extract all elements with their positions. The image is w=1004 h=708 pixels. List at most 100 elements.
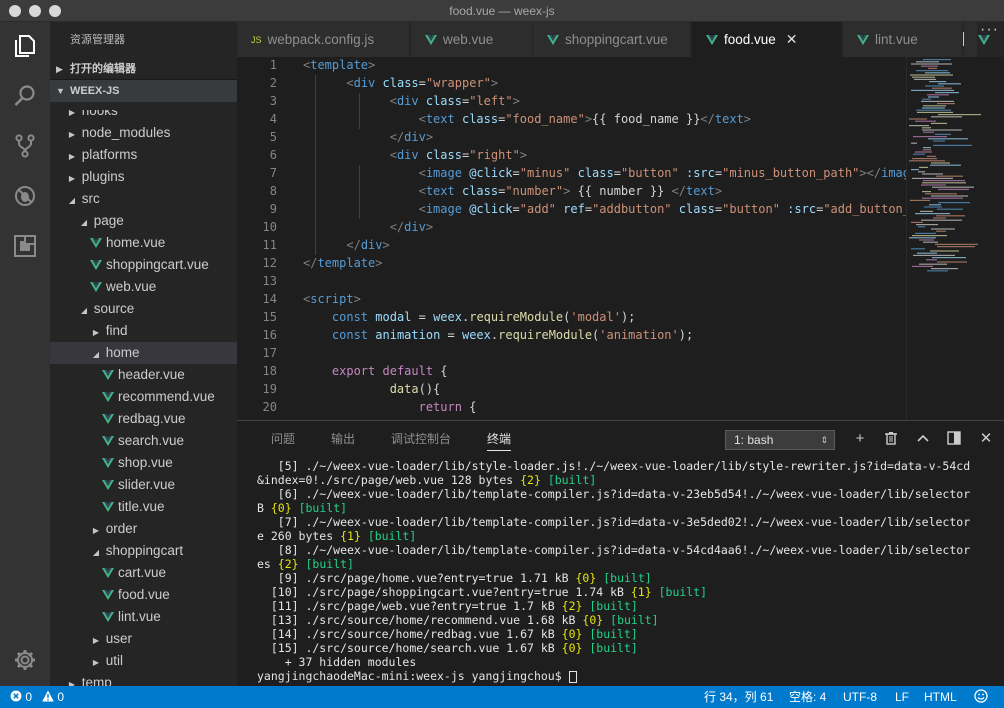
folder-item[interactable]: ▶ temp bbox=[50, 672, 237, 686]
code-token: data bbox=[389, 382, 419, 396]
file-item[interactable]: food.vue bbox=[50, 584, 237, 606]
overflow-tab[interactable] bbox=[964, 22, 990, 57]
code-token: </ bbox=[346, 238, 361, 252]
project-section[interactable]: ▼ WEEX-JS bbox=[50, 80, 237, 102]
editor-tab[interactable]: lint.vue bbox=[843, 22, 963, 57]
language-mode[interactable]: HTML bbox=[924, 686, 957, 708]
code-token: ); bbox=[678, 328, 694, 342]
cursor-position[interactable]: 行 34，列 61 bbox=[704, 686, 773, 708]
folder-item[interactable]: ▶ hooks bbox=[50, 110, 237, 122]
terminal-text: [built] bbox=[305, 557, 354, 571]
panel-tab[interactable]: 问题 bbox=[271, 430, 295, 447]
folder-item[interactable]: ▶ order bbox=[50, 518, 237, 540]
panel-tab[interactable]: 调试控制台 bbox=[391, 430, 451, 447]
file-item[interactable]: lint.vue bbox=[50, 606, 237, 628]
code-token: > bbox=[859, 166, 867, 180]
terminal-text: [5] ./~/weex-vue-loader/lib/style-loader… bbox=[257, 459, 971, 473]
folder-item[interactable]: ▶ node_modules bbox=[50, 122, 237, 144]
file-item[interactable]: home.vue bbox=[50, 232, 237, 254]
code-token: image bbox=[425, 166, 462, 180]
encoding[interactable]: UTF-8 bbox=[843, 686, 877, 708]
terminal-line: [14] ./src/source/home/redbag.vue 1.67 k… bbox=[257, 627, 997, 641]
code-token: div bbox=[360, 238, 383, 252]
settings-gear-icon[interactable] bbox=[0, 640, 50, 680]
code-token: ); bbox=[620, 310, 636, 324]
file-item[interactable]: shoppingcart.vue bbox=[50, 254, 237, 276]
line-number: 9 bbox=[269, 202, 277, 216]
code-token: class bbox=[461, 112, 499, 126]
file-item[interactable]: title.vue bbox=[50, 496, 237, 518]
file-item[interactable]: shop.vue bbox=[50, 452, 237, 474]
editor-tab[interactable]: food.vue ✕ bbox=[692, 22, 842, 57]
panel-tab[interactable]: 输出 bbox=[331, 430, 355, 447]
code-line: const modal = weex.requireModule('modal'… bbox=[303, 310, 636, 324]
tree-item-label: title.vue bbox=[118, 499, 165, 514]
open-editors-label: 打开的编辑器 bbox=[70, 63, 136, 75]
code-token: > bbox=[519, 148, 528, 162]
code-token: text bbox=[685, 184, 715, 198]
indentation[interactable]: 空格: 4 bbox=[789, 686, 826, 708]
vue-file-icon bbox=[857, 35, 869, 45]
tree-item-label: shoppingcart.vue bbox=[106, 257, 209, 272]
file-item[interactable]: slider.vue bbox=[50, 474, 237, 496]
minimap[interactable] bbox=[906, 57, 1004, 420]
terminal-text: e 260 bytes bbox=[257, 529, 341, 543]
explorer-icon[interactable] bbox=[0, 26, 50, 66]
code-token: { bbox=[461, 400, 477, 414]
code-token: div bbox=[353, 76, 376, 90]
folder-item[interactable]: ▶ util bbox=[50, 650, 237, 672]
folder-item[interactable]: ▶ find bbox=[50, 320, 237, 342]
terminal-select[interactable]: 1: bash ⇕ bbox=[725, 430, 835, 450]
debug-icon[interactable] bbox=[0, 176, 50, 216]
toggle-panel-layout-icon[interactable] bbox=[946, 431, 962, 447]
terminal-line: B {0} [built] bbox=[257, 501, 997, 515]
search-icon[interactable] bbox=[0, 76, 50, 116]
file-item[interactable]: header.vue bbox=[50, 364, 237, 386]
errors-indicator[interactable]: 0 bbox=[10, 686, 32, 708]
folder-item[interactable]: ◢ source bbox=[50, 298, 237, 320]
file-item[interactable]: cart.vue bbox=[50, 562, 237, 584]
terminal-output[interactable]: [5] ./~/weex-vue-loader/lib/style-loader… bbox=[257, 459, 997, 683]
folder-item[interactable]: ◢ page bbox=[50, 210, 237, 232]
folder-item[interactable]: ◢ home bbox=[50, 342, 237, 364]
editor-tab[interactable]: shoppingcart.vue bbox=[533, 22, 691, 57]
chevron-right-icon: ▶ bbox=[68, 110, 76, 117]
source-control-icon[interactable] bbox=[0, 126, 50, 166]
end-of-line[interactable]: LF bbox=[895, 686, 909, 708]
close-panel-icon[interactable]: ✕ bbox=[978, 431, 994, 447]
folder-item[interactable]: ▶ user bbox=[50, 628, 237, 650]
close-tab-icon[interactable]: ✕ bbox=[786, 31, 798, 47]
extensions-icon[interactable] bbox=[0, 226, 50, 266]
file-item[interactable]: redbag.vue bbox=[50, 408, 237, 430]
vue-file-icon bbox=[102, 370, 114, 380]
folder-item[interactable]: ◢ src bbox=[50, 188, 237, 210]
new-terminal-plus-icon[interactable]: + bbox=[852, 431, 868, 447]
editor-tab[interactable]: web.vue bbox=[411, 22, 533, 57]
code-line: </div> bbox=[303, 220, 433, 234]
folder-item[interactable]: ▶ plugins bbox=[50, 166, 237, 188]
terminal-text: [14] ./src/source/home/redbag.vue 1.67 k… bbox=[257, 627, 562, 641]
code-token: template bbox=[317, 256, 376, 270]
terminal-text: yangjingchaodeMac-mini:weex-js yangjingc… bbox=[257, 669, 569, 683]
code-editor[interactable]: 1 <template> 2 <div class="wrapper"> 3 <div… bbox=[237, 57, 1004, 420]
code-line: </template> bbox=[303, 256, 382, 270]
editor-tab[interactable]: JS webpack.config.js bbox=[237, 22, 410, 57]
js-file-icon: JS bbox=[251, 35, 262, 45]
file-item[interactable]: recommend.vue bbox=[50, 386, 237, 408]
panel-tab[interactable]: 终端 bbox=[487, 430, 512, 451]
tab-label: food.vue bbox=[724, 32, 776, 47]
folder-item[interactable]: ▶ platforms bbox=[50, 144, 237, 166]
code-token: modal bbox=[375, 310, 412, 324]
terminal-text: {2} bbox=[561, 599, 583, 613]
file-item[interactable]: web.vue bbox=[50, 276, 237, 298]
file-item[interactable]: search.vue bbox=[50, 430, 237, 452]
feedback-smiley-icon[interactable] bbox=[974, 686, 988, 708]
open-editors-section[interactable]: ▶ 打开的编辑器 bbox=[50, 58, 237, 80]
warnings-indicator[interactable]: 0 bbox=[42, 686, 64, 708]
code-token: "wrapper" bbox=[425, 76, 491, 90]
chevron-up-icon[interactable] bbox=[915, 431, 931, 447]
terminal-text: [built] bbox=[603, 571, 652, 585]
trash-icon[interactable] bbox=[883, 431, 899, 447]
folder-item[interactable]: ◢ shoppingcart bbox=[50, 540, 237, 562]
